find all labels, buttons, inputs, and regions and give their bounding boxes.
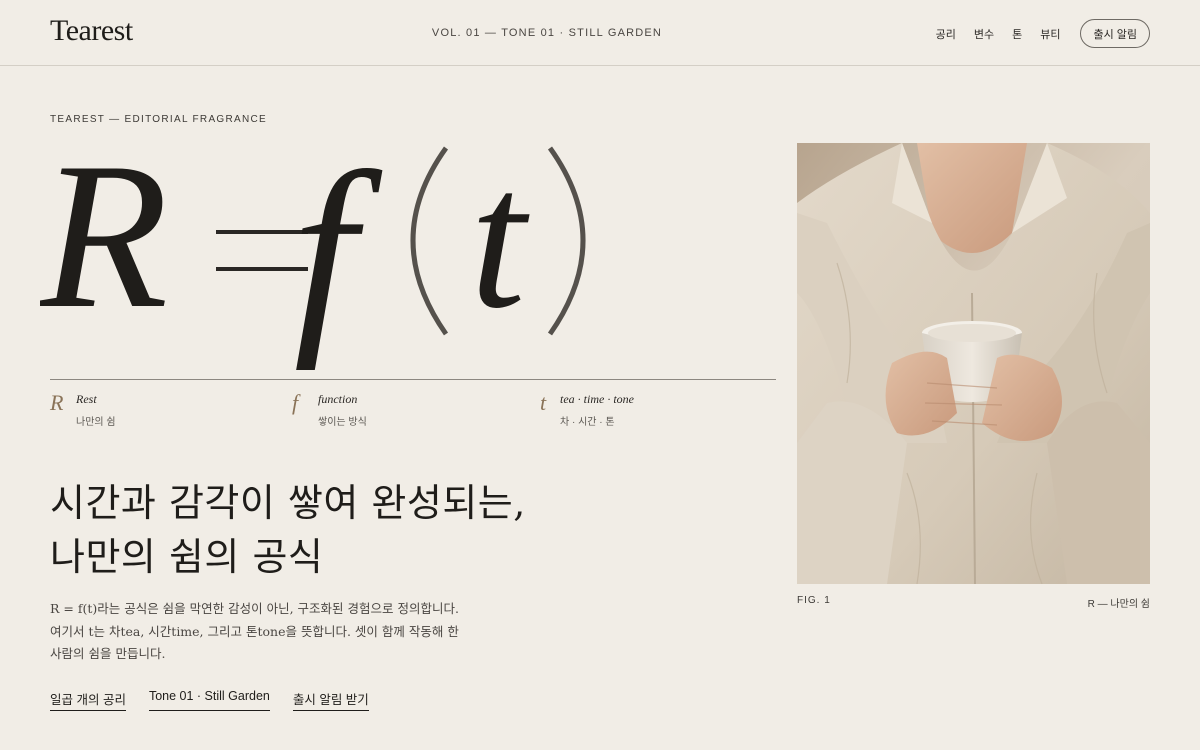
- link-launch-notify[interactable]: 출시 알림 받기: [292, 689, 369, 711]
- main-nav: 공리 변수 톤 뷰티 출시 알림: [918, 19, 1150, 48]
- figure-label: FIG. 1: [797, 595, 831, 606]
- variable-english: Rest: [76, 392, 97, 406]
- variable-korean: 쌓이는 방식: [318, 417, 367, 428]
- hero-headline: 시간과 감각이 쌓여 완성되는, 나만의 쉼의 공식: [50, 476, 610, 584]
- nav-item-axioms[interactable]: 공리: [936, 26, 956, 42]
- hero-formula: R f t: [38, 120, 760, 380]
- launch-notify-button[interactable]: 출시 알림: [1080, 19, 1150, 48]
- description-line-3: 사람의 쉼을 만듭니다.: [50, 646, 166, 661]
- formula-r: R: [40, 140, 168, 352]
- hero-kicker: TEAREST — EDITORIAL FRAGRANCE: [50, 114, 267, 125]
- link-seven-axioms[interactable]: 일곱 개의 공리: [50, 689, 126, 711]
- figure-caption: R — 나만의 쉼: [1087, 599, 1150, 610]
- hero-links: 일곱 개의 공리 Tone 01 · Still Garden 출시 알림 받기: [50, 689, 392, 711]
- site-header: Tearest VOL. 01 — TONE 01 · STILL GARDEN…: [0, 0, 1200, 66]
- variable-symbol: R: [50, 390, 64, 415]
- photo-illustration: [797, 143, 1150, 584]
- formula-open-paren: [410, 146, 449, 336]
- nav-item-variables[interactable]: 변수: [974, 26, 994, 42]
- description-line-2: 여기서 t는 차tea, 시간time, 그리고 톤tone을 뜻합니다. 셋이…: [50, 623, 459, 639]
- nav-item-tone[interactable]: 톤: [1012, 26, 1022, 42]
- variable-korean: 차 · 시간 · 톤: [560, 417, 615, 428]
- description-line-1: R = f(t)라는 공식은 쉼을 막연한 감성이 아닌, 구조화된 경험으로 …: [50, 601, 459, 616]
- hero-description: R = f(t)라는 공식은 쉼을 막연한 감성이 아닌, 구조화된 경험으로 …: [50, 598, 490, 666]
- formula-f: f: [292, 140, 383, 370]
- variable-korean: 나만의 쉼: [76, 417, 116, 428]
- variable-symbol: f: [292, 390, 299, 415]
- variable-english: tea · time · tone: [560, 392, 634, 406]
- variable-english: function: [318, 392, 358, 406]
- formula-divider: [50, 379, 776, 380]
- variable-symbol: t: [540, 390, 547, 415]
- hero-photo: [797, 143, 1150, 584]
- formula-close-paren: [547, 146, 586, 336]
- headline-line-1: 시간과 감각이 쌓여 완성되는,: [50, 481, 526, 525]
- link-tone-still-garden[interactable]: Tone 01 · Still Garden: [148, 689, 270, 711]
- nav-item-beauty[interactable]: 뷰티: [1040, 26, 1060, 42]
- formula-graphic: R f t: [38, 120, 586, 380]
- headline-line-2: 나만의 쉼의 공식: [50, 535, 324, 579]
- formula-t: t: [470, 140, 530, 350]
